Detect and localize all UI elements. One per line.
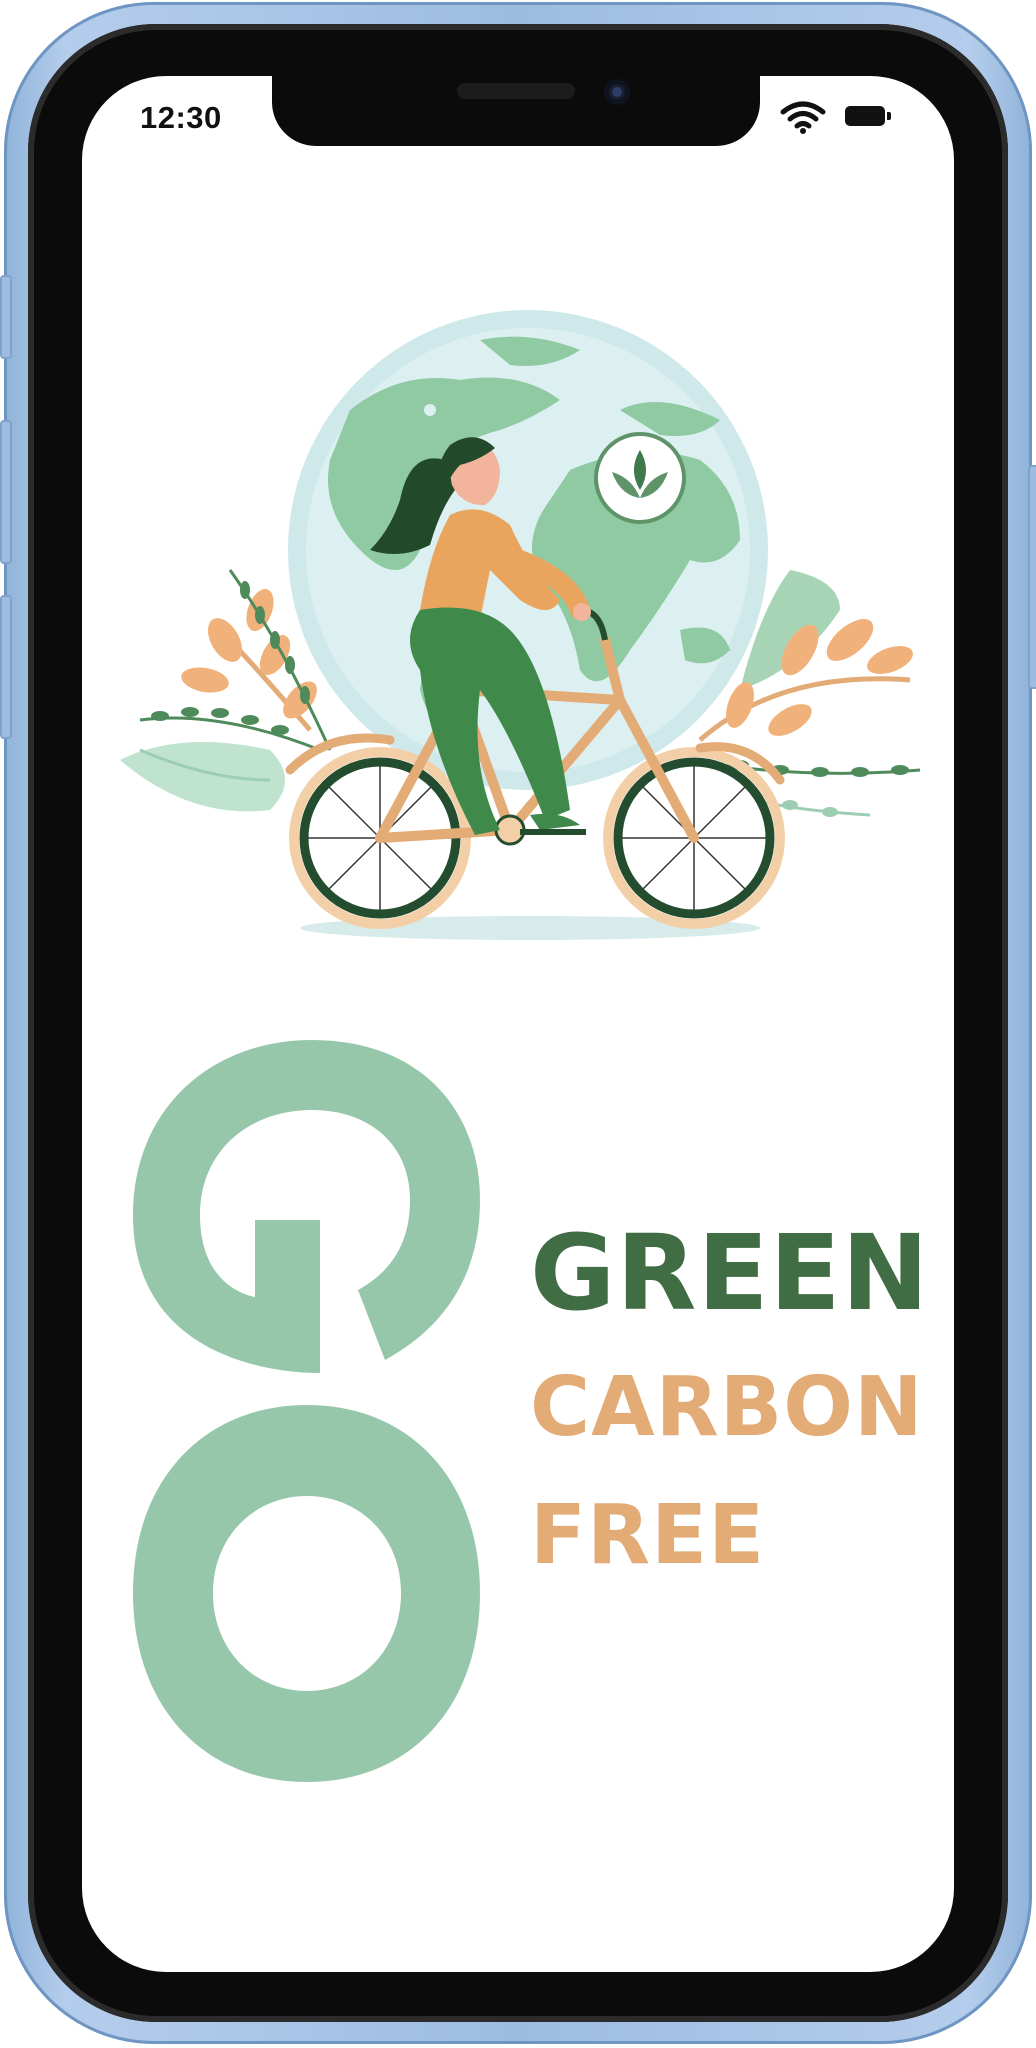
status-time: 12:30 <box>140 100 222 135</box>
go-graphic <box>133 1040 480 1782</box>
speaker-grille <box>457 83 575 99</box>
battery-icon <box>845 106 891 126</box>
cyclist-globe-illustration <box>120 310 921 940</box>
leaf-badge-icon <box>594 432 686 524</box>
volume-down-button[interactable] <box>0 595 12 739</box>
tagline-green: GREEN <box>530 1212 930 1334</box>
g-letter <box>133 1040 480 1373</box>
power-button[interactable] <box>1028 465 1036 689</box>
volume-up-button[interactable] <box>0 420 12 564</box>
tagline-free: FREE <box>530 1488 766 1583</box>
silent-switch[interactable] <box>0 275 12 359</box>
tagline-carbon: CARBON <box>530 1360 924 1455</box>
wifi-icon <box>780 101 826 134</box>
o-letter <box>133 1405 480 1782</box>
front-camera <box>604 79 630 105</box>
